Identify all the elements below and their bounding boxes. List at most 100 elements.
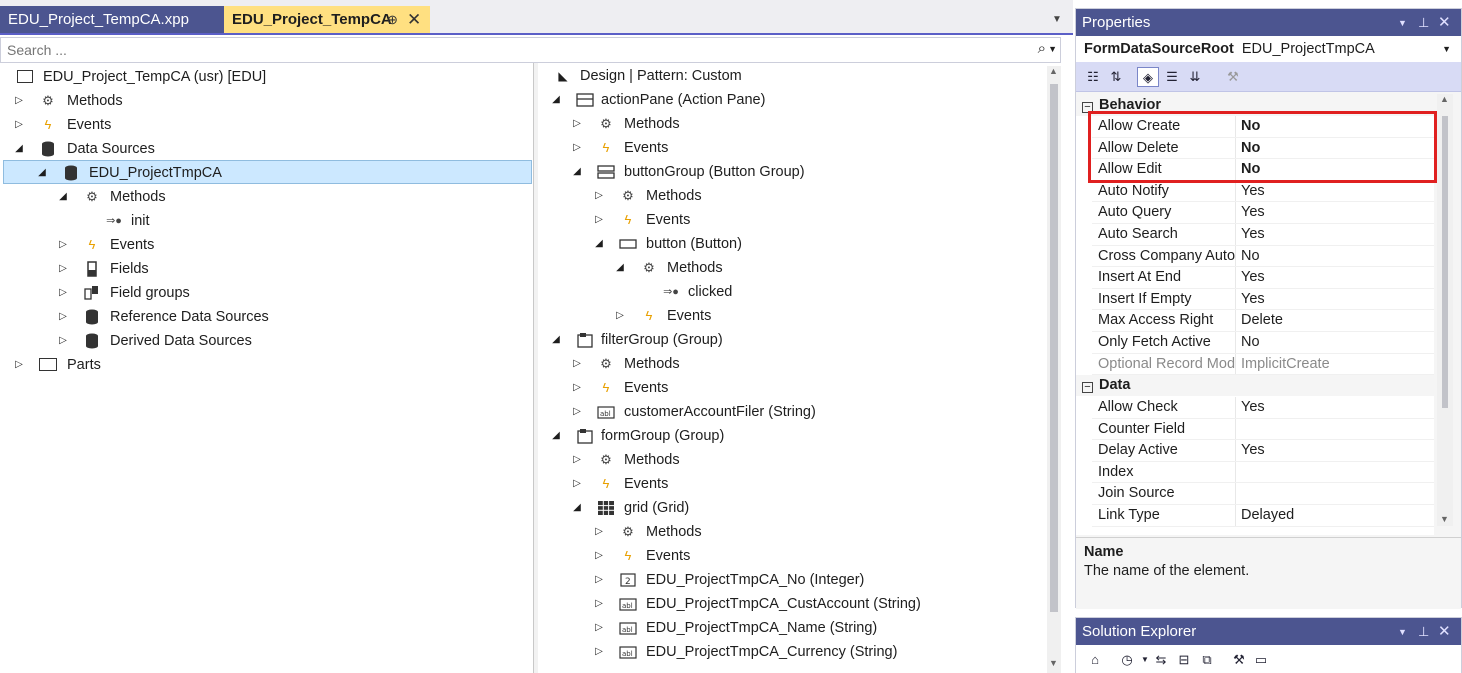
wrench-icon[interactable]: ⚒ (1222, 67, 1244, 87)
tree-node-reference-ds[interactable]: ▷ Reference Data Sources (57, 305, 507, 329)
collapse-arrow-icon[interactable]: ◢ (550, 88, 562, 112)
expand-arrow-icon[interactable]: ▷ (571, 352, 583, 376)
tree-node-init-method[interactable]: ⇒● init (105, 209, 505, 233)
tree-node-ds-methods[interactable]: ◢ ⚙ Methods (57, 185, 507, 209)
tab-active-form[interactable]: EDU_Project_TempCA ⊕ ✕ (224, 6, 430, 33)
tab-xpp-file[interactable]: EDU_Project_TempCA.xpp (0, 6, 224, 33)
property-row[interactable]: Only Fetch Active No (1092, 332, 1434, 354)
property-value[interactable]: No (1241, 159, 1260, 181)
expand-arrow-icon[interactable]: ▷ (57, 281, 69, 305)
expand-arrow-icon[interactable]: ▷ (593, 208, 605, 232)
expand-arrow-icon[interactable]: ▷ (593, 640, 605, 664)
property-value[interactable]: No (1241, 332, 1260, 354)
tree-node-clicked-method[interactable]: ⇒● clicked (662, 280, 1042, 304)
expand-arrow-icon[interactable]: ▷ (57, 233, 69, 257)
property-row[interactable]: Join Source (1092, 483, 1434, 505)
expand-arrow-icon[interactable]: ▷ (593, 592, 605, 616)
expand-arrow-icon[interactable]: ▷ (593, 616, 605, 640)
collapse-arrow-icon[interactable]: ◢ (550, 328, 562, 352)
property-row[interactable]: Insert At End Yes (1092, 267, 1434, 289)
collapse-arrow-icon[interactable]: ◢ (57, 185, 69, 209)
search-icon[interactable]: ⌕ (1038, 40, 1046, 57)
property-value[interactable]: ImplicitCreate (1241, 354, 1330, 376)
property-value[interactable]: Yes (1241, 440, 1265, 462)
tree-node-grid-events[interactable]: ▷ ϟ Events (593, 544, 1033, 568)
search-input[interactable] (7, 41, 967, 59)
tree-node-action-pane[interactable]: ◢ actionPane (Action Pane) (550, 88, 1030, 112)
tree-node-design[interactable]: ◣ Design | Pattern: Custom (554, 64, 1034, 88)
property-row[interactable]: Allow Delete No (1092, 137, 1434, 160)
property-value[interactable]: Delayed (1241, 505, 1294, 527)
tree-node-field-groups[interactable]: ▷ Field groups (57, 281, 507, 305)
tree-node-fg-events[interactable]: ▷ ϟ Events (571, 376, 1031, 400)
collapse-arrow-icon[interactable]: ◢ (36, 161, 48, 185)
panel-menu-icon[interactable]: ▼ (1398, 10, 1407, 37)
chevron-down-icon[interactable]: ▼ (1442, 36, 1451, 62)
expand-arrow-icon[interactable]: ▷ (57, 257, 69, 281)
property-row[interactable]: Insert If Empty Yes (1092, 288, 1434, 311)
property-value[interactable]: Yes (1241, 267, 1265, 289)
collapse-arrow-icon[interactable]: ◢ (571, 160, 583, 184)
expand-arrow-icon[interactable]: ▷ (571, 472, 583, 496)
property-row[interactable]: Allow Create No (1092, 116, 1434, 138)
collapse-arrow-icon[interactable]: ◢ (593, 232, 605, 256)
property-grid-scrollbar[interactable]: ▲ ▼ (1437, 94, 1453, 526)
pin-icon[interactable]: ⊕ (387, 6, 398, 33)
property-row[interactable]: Link Type Delayed (1092, 505, 1434, 527)
tree-node-events[interactable]: ▷ ϟ Events (13, 113, 513, 137)
chevron-down-icon[interactable]: ▼ (1048, 44, 1057, 54)
alphabetical-icon[interactable]: ⇅ (1105, 67, 1127, 87)
property-row[interactable]: Auto Search Yes (1092, 224, 1434, 246)
expand-arrow-icon[interactable]: ▷ (593, 544, 605, 568)
property-value[interactable]: No (1241, 116, 1260, 138)
tree-node-ap-events[interactable]: ▷ ϟ Events (571, 136, 1031, 160)
property-row[interactable]: Index (1092, 461, 1434, 484)
property-value[interactable]: No (1241, 246, 1260, 268)
collapse-arrow-icon[interactable]: ◢ (13, 137, 25, 161)
tree-node-col-no[interactable]: ▷ 2 EDU_ProjectTmpCA_No (Integer) (593, 568, 1033, 592)
category-data[interactable]: − Data (1076, 375, 1434, 396)
property-value[interactable]: Yes (1241, 224, 1265, 246)
preview-icon[interactable]: ▭ (1250, 650, 1272, 670)
collapse-arrow-icon[interactable]: ◢ (550, 424, 562, 448)
tree-node-col-cust[interactable]: ▷ abl EDU_ProjectTmpCA_CustAccount (Stri… (593, 592, 1033, 616)
expand-arrow-icon[interactable]: ▷ (593, 568, 605, 592)
scrollbar-thumb[interactable] (1442, 116, 1448, 408)
scroll-up-icon[interactable]: ▲ (1049, 66, 1058, 76)
expand-arrow-icon[interactable]: ▷ (13, 113, 25, 137)
pin-icon[interactable]: ⊥ (1418, 618, 1429, 645)
scroll-up-icon[interactable]: ▲ (1440, 94, 1449, 104)
pin-icon[interactable]: ⊥ (1418, 9, 1429, 36)
tree-node-parts[interactable]: ▷ Parts (13, 353, 513, 377)
tree-node-data-sources[interactable]: ◢ Data Sources (13, 137, 513, 161)
expand-arrow-icon[interactable]: ▷ (571, 136, 583, 160)
property-row[interactable]: Counter Field (1092, 418, 1434, 441)
collapse-box-icon[interactable]: − (1082, 382, 1093, 393)
tree-node-btn-events[interactable]: ▷ ϟ Events (614, 304, 1034, 328)
tree-node-fields[interactable]: ▷ Fields (57, 257, 507, 281)
property-row[interactable]: Allow Check Yes (1092, 397, 1434, 419)
collapse-arrow-icon[interactable]: ◢ (614, 256, 626, 280)
expand-arrow-icon[interactable]: ▷ (13, 89, 25, 113)
scroll-down-icon[interactable]: ▼ (1440, 514, 1449, 524)
collapse-all-icon[interactable]: ⊟ (1173, 650, 1195, 670)
collapse-arrow-icon[interactable]: ◢ (571, 496, 583, 520)
tree-node-datasource[interactable]: ◢ EDU_ProjectTmpCA (3, 160, 532, 184)
expand-arrow-icon[interactable]: ▷ (571, 448, 583, 472)
property-row[interactable]: Optional Record Mod ImplicitCreate (1092, 353, 1434, 376)
tree-node-bg-events[interactable]: ▷ ϟ Events (593, 208, 1033, 232)
tree-node-filter-group[interactable]: ◢ filterGroup (Group) (550, 328, 1030, 352)
tree-node-frm-events[interactable]: ▷ ϟ Events (571, 472, 1031, 496)
design-tree-scrollbar[interactable]: ▲ ▼ (1047, 66, 1061, 673)
expand-arrow-icon[interactable]: ▷ (57, 329, 69, 353)
sort-icon[interactable]: ⇊ (1184, 67, 1206, 87)
sync-icon[interactable]: ⇆ (1150, 650, 1172, 670)
show-all-icon[interactable]: ⧉ (1196, 650, 1218, 670)
tree-node-derived-ds[interactable]: ▷ Derived Data Sources (57, 329, 507, 353)
scrollbar-thumb[interactable] (1050, 84, 1058, 612)
expand-arrow-icon[interactable]: ▷ (593, 520, 605, 544)
category-behavior[interactable]: − Behavior (1076, 95, 1434, 116)
property-row[interactable]: Cross Company Auto No (1092, 245, 1434, 268)
tree-node-methods[interactable]: ▷ ⚙ Methods (13, 89, 513, 113)
tree-node-grid-methods[interactable]: ▷ ⚙ Methods (593, 520, 1033, 544)
